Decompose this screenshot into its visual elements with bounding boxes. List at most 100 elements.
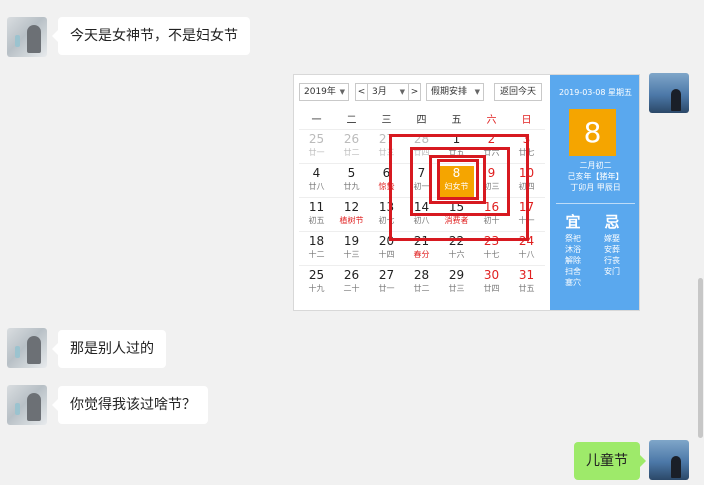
ji-item: 嫁娶 — [604, 234, 620, 243]
day-number: 6 — [382, 166, 391, 180]
day-cell[interactable]: 16 初十 — [474, 200, 509, 234]
day-number: 22 — [448, 234, 465, 248]
day-cell[interactable]: 28 廿二 — [404, 268, 439, 302]
lunar-label: 廿五 — [448, 148, 465, 157]
next-month-button[interactable]: > — [408, 83, 421, 101]
day-cell-today[interactable]: 8 妇女节 — [439, 166, 474, 200]
day-cell[interactable]: 11 初五 — [299, 200, 334, 234]
day-number: 23 — [483, 234, 500, 248]
contact-avatar[interactable] — [7, 17, 47, 57]
lunar-label: 消费者 — [444, 216, 469, 225]
lunar-label: 植树节 — [339, 216, 364, 225]
day-cell[interactable]: 25 十九 — [299, 268, 334, 302]
month-select[interactable]: 3月 ▼ — [367, 83, 409, 101]
lunar-date: 二月初二 — [579, 161, 612, 170]
lunar-label: 初五 — [308, 216, 325, 225]
day-number: 11 — [308, 200, 325, 214]
lunar-label: 十三 — [343, 250, 360, 259]
day-cell[interactable]: 27 廿三 — [369, 132, 404, 166]
day-cell[interactable]: 27 廿一 — [369, 268, 404, 302]
chevron-down-icon: ▼ — [399, 88, 405, 96]
lunar-label: 十八 — [518, 250, 535, 259]
day-cell[interactable]: 15 消费者 — [439, 200, 474, 234]
day-cell[interactable]: 2 廿六 — [474, 132, 509, 166]
day-number: 2 — [487, 132, 496, 146]
day-number: 31 — [518, 268, 535, 282]
day-number: 21 — [413, 234, 430, 248]
day-cell[interactable]: 18 十二 — [299, 234, 334, 268]
day-number: 15 — [448, 200, 465, 214]
weekday-label: 日 — [521, 115, 532, 126]
day-cell[interactable]: 17 十一 — [509, 200, 544, 234]
selected-day-number: 8 — [569, 109, 616, 156]
day-cell[interactable]: 29 廿三 — [439, 268, 474, 302]
day-number: 27 — [378, 268, 395, 282]
day-cell[interactable]: 1 廿五 — [439, 132, 474, 166]
divider — [556, 203, 635, 204]
lunar-label: 惊蛰 — [378, 182, 395, 191]
year-select[interactable]: 2019年 ▼ — [299, 83, 349, 101]
day-cell[interactable]: 26 二十 — [334, 268, 369, 302]
day-cell[interactable]: 19 十三 — [334, 234, 369, 268]
day-number: 17 — [518, 200, 535, 214]
self-avatar[interactable] — [649, 440, 689, 480]
day-cell[interactable]: 31 廿五 — [509, 268, 544, 302]
self-avatar[interactable] — [649, 73, 689, 113]
contact-avatar[interactable] — [7, 385, 47, 425]
holiday-select[interactable]: 假期安排 ▼ — [426, 83, 484, 101]
day-number: 26 — [343, 132, 360, 146]
day-cell[interactable]: 5 廿九 — [334, 166, 369, 200]
day-cell[interactable]: 3 廿七 — [509, 132, 544, 166]
message-bubble[interactable]: 今天是女神节，不是妇女节 — [52, 17, 250, 55]
lunar-label: 初四 — [518, 182, 535, 191]
day-cell[interactable]: 13 初七 — [369, 200, 404, 234]
yi-item: 沐浴 — [565, 245, 581, 254]
calendar-image-message[interactable]: 2019年 ▼ < 3月 ▼ > 假期安排 ▼ 返回今天 一二三四五六日 25 廿一 26… — [293, 74, 640, 311]
day-number: 26 — [343, 268, 360, 282]
day-cell[interactable]: 25 廿一 — [299, 132, 334, 166]
weekday-label: 三 — [381, 115, 392, 126]
day-cell[interactable]: 12 植树节 — [334, 200, 369, 234]
ji-label: 忌 — [604, 213, 620, 231]
day-number: 5 — [347, 166, 356, 180]
day-cell[interactable]: 10 初四 — [509, 166, 544, 200]
day-cell[interactable]: 24 十八 — [509, 234, 544, 268]
lunar-label: 二十 — [343, 284, 360, 293]
message-bubble[interactable]: 那是别人过的 — [52, 330, 166, 368]
day-cell[interactable]: 6 惊蛰 — [369, 166, 404, 200]
day-cell[interactable]: 4 廿八 — [299, 166, 334, 200]
day-number: 7 — [417, 166, 426, 180]
weekday-label: 六 — [486, 115, 497, 126]
day-cell[interactable]: 7 初一 — [404, 166, 439, 200]
day-number: 13 — [378, 200, 395, 214]
day-number: 4 — [312, 166, 321, 180]
day-cell[interactable]: 28 廿四 — [404, 132, 439, 166]
day-cell[interactable]: 22 十六 — [439, 234, 474, 268]
today-button[interactable]: 返回今天 — [494, 83, 542, 101]
day-cell[interactable]: 14 初八 — [404, 200, 439, 234]
message-bubble[interactable]: 你觉得我该过啥节？ — [52, 386, 208, 424]
chat-scrollbar[interactable] — [698, 278, 703, 438]
day-number: 27 — [378, 132, 395, 146]
lunar-label: 廿三 — [448, 284, 465, 293]
ganzhi-month-day: 丁卯月 甲辰日 — [570, 183, 621, 192]
contact-avatar[interactable] — [7, 328, 47, 368]
ji-item: 安门 — [604, 267, 620, 276]
day-cell[interactable]: 20 十四 — [369, 234, 404, 268]
day-number: 12 — [343, 200, 360, 214]
lunar-label: 十四 — [378, 250, 395, 259]
day-number: 20 — [378, 234, 395, 248]
day-cell[interactable]: 26 廿二 — [334, 132, 369, 166]
lunar-label: 廿三 — [378, 148, 395, 157]
day-cell[interactable]: 23 十七 — [474, 234, 509, 268]
day-number: 19 — [343, 234, 360, 248]
lunar-label: 廿九 — [343, 182, 360, 191]
day-cell[interactable]: 30 廿四 — [474, 268, 509, 302]
yi-item: 扫舍 — [565, 267, 581, 276]
message-bubble-self[interactable]: 儿童节 — [574, 442, 646, 480]
ji-item: 行丧 — [604, 256, 620, 265]
weekday-label: 四 — [416, 115, 427, 126]
day-cell[interactable]: 9 初三 — [474, 166, 509, 200]
day-cell[interactable]: 21 春分 — [404, 234, 439, 268]
yi-item: 塞穴 — [565, 278, 581, 287]
